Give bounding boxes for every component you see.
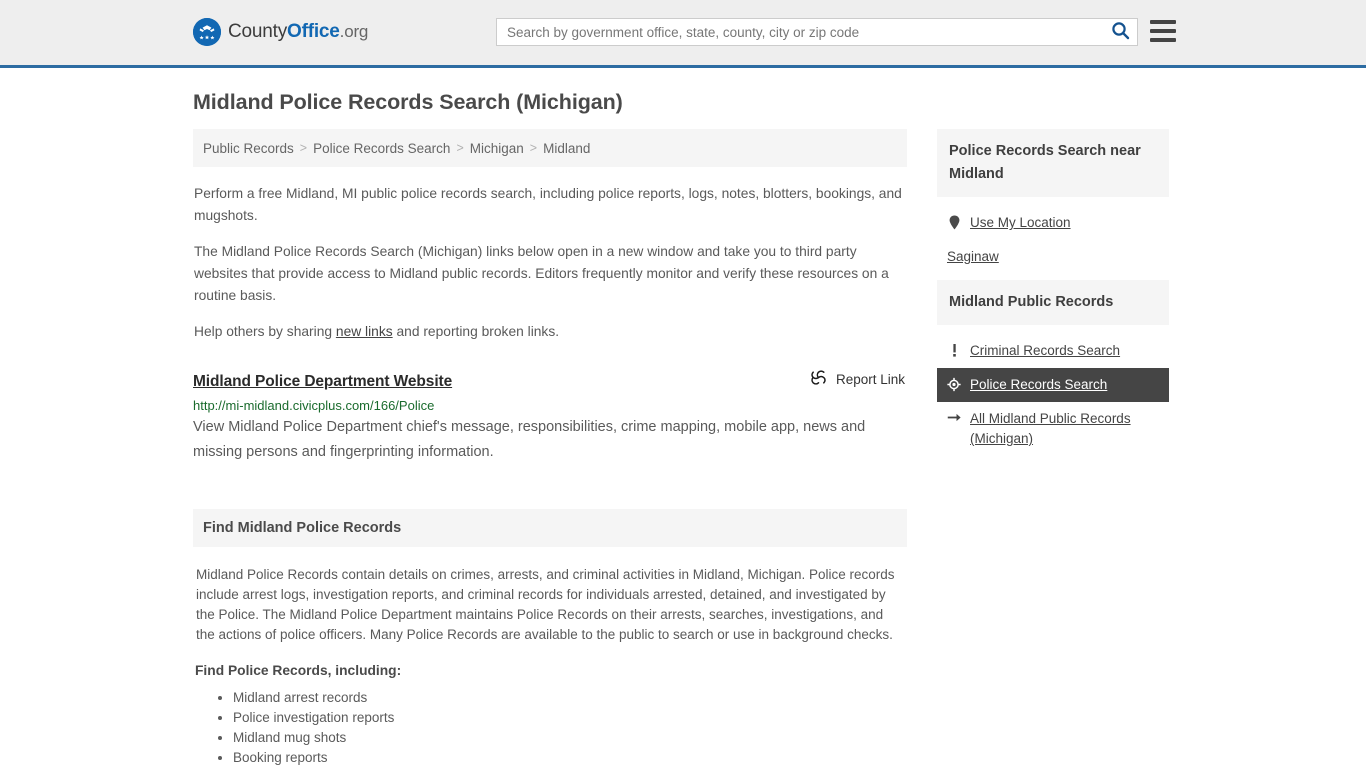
intro-paragraph-1: Perform a free Midland, MI public police… [194, 186, 902, 223]
sidebar-records-title: Midland Public Records [937, 280, 1169, 325]
search-bar[interactable] [496, 18, 1138, 46]
breadcrumb-item-midland[interactable]: Midland [543, 141, 590, 156]
share-text-before: Help others by sharing [194, 324, 336, 339]
report-link-button[interactable]: Report Link [810, 369, 907, 389]
header-inner: CountyOffice.org [0, 0, 1366, 65]
result-url[interactable]: http://mi-midland.civicplus.com/166/Poli… [193, 398, 907, 413]
page-title: Midland Police Records Search (Michigan) [193, 90, 623, 114]
intro-paragraph-2: The Midland Police Records Search (Michi… [194, 244, 889, 303]
sidebar-item-criminal-records-search[interactable]: Criminal Records Search [937, 334, 1169, 368]
hamburger-bar [1150, 29, 1176, 33]
list-item: Booking reports [233, 748, 905, 768]
share-text-after: and reporting broken links. [392, 324, 560, 339]
find-records-subheading: Find Police Records, including: [195, 663, 402, 678]
result-header: Midland Police Department Website Report… [193, 369, 907, 391]
breadcrumb-item-michigan[interactable]: Michigan [470, 141, 524, 156]
breadcrumb-item-public-records[interactable]: Public Records [203, 141, 294, 156]
find-records-body: Midland Police Records contain details o… [193, 565, 907, 768]
breadcrumb-item-police-records-search[interactable]: Police Records Search [313, 141, 450, 156]
record-types-list: Midland arrest records Police investigat… [195, 688, 905, 768]
sidebar-item-police-records-search[interactable]: Police Records Search [937, 368, 1169, 402]
list-item: Police investigation reports [233, 708, 905, 728]
sidebar-panel-near: Police Records Search near Midland Use M… [937, 129, 1169, 274]
new-links-link[interactable]: new links [336, 324, 393, 339]
breadcrumb-separator: > [529, 141, 538, 155]
list-item: Midland arrest records [233, 688, 905, 708]
list-item: Midland mug shots [233, 728, 905, 748]
logo-text-tld: .org [339, 22, 369, 41]
result-item: Midland Police Department Website Report… [193, 369, 907, 465]
broken-link-icon [810, 369, 827, 389]
report-link-label: Report Link [835, 371, 905, 387]
exclamation-icon [947, 341, 961, 358]
hamburger-bar [1150, 20, 1176, 24]
search-icon [1111, 21, 1130, 43]
breadcrumb-separator: > [456, 141, 464, 155]
use-my-location-label: Use My Location [970, 215, 1071, 230]
sidebar-panel-records: Midland Public Records Criminal Records … [937, 280, 1169, 456]
content-container: Midland Police Records Search (Michigan)… [193, 68, 1173, 768]
breadcrumb-separator: > [299, 141, 308, 155]
find-records-paragraph: Midland Police Records contain details o… [196, 567, 895, 642]
hamburger-menu-icon[interactable] [1150, 20, 1176, 42]
search-input[interactable] [497, 19, 1103, 45]
eagle-shield-icon [193, 18, 221, 46]
sidebar: Police Records Search near Midland Use M… [937, 129, 1169, 462]
sidebar-item-label: Criminal Records Search [970, 343, 1121, 358]
main-column: Public Records > Police Records Search >… [193, 129, 907, 768]
sidebar-item-all-public-records[interactable]: All Midland Public Records (Michigan) [937, 402, 1169, 456]
map-pin-icon [947, 213, 961, 230]
sidebar-item-label: Police Records Search [970, 377, 1108, 392]
site-logo[interactable]: CountyOffice.org [193, 18, 368, 46]
logo-text-county: County [228, 21, 288, 42]
result-title-link[interactable]: Midland Police Department Website [193, 373, 452, 391]
sidebar-near-links: Use My Location Saginaw [937, 197, 1169, 274]
sidebar-near-title: Police Records Search near Midland [937, 129, 1169, 197]
sidebar-records-links: Criminal Records Search Police Records S… [937, 325, 1169, 456]
sidebar-nearby-label: Saginaw [947, 249, 999, 264]
hamburger-bar [1150, 38, 1176, 42]
arrow-right-icon [947, 409, 961, 424]
search-button[interactable] [1103, 19, 1137, 45]
result-description: View Midland Police Department chief's m… [193, 419, 866, 460]
use-my-location-link[interactable]: Use My Location [937, 206, 1169, 240]
logo-text-office: Office [287, 21, 340, 42]
breadcrumb: Public Records > Police Records Search >… [193, 129, 907, 167]
police-badge-target-icon [947, 375, 961, 392]
site-header: CountyOffice.org [0, 0, 1366, 68]
sidebar-item-label: All Midland Public Records (Michigan) [970, 411, 1131, 446]
sidebar-nearby-saginaw[interactable]: Saginaw [937, 240, 1169, 274]
logo-wordmark: CountyOffice.org [228, 21, 368, 43]
two-column-layout: Public Records > Police Records Search >… [193, 129, 1173, 768]
find-records-heading: Find Midland Police Records [193, 509, 907, 547]
page-body: Midland Police Records Search (Michigan)… [0, 68, 1366, 768]
intro-paragraph-3: Help others by sharing new links and rep… [193, 321, 907, 343]
